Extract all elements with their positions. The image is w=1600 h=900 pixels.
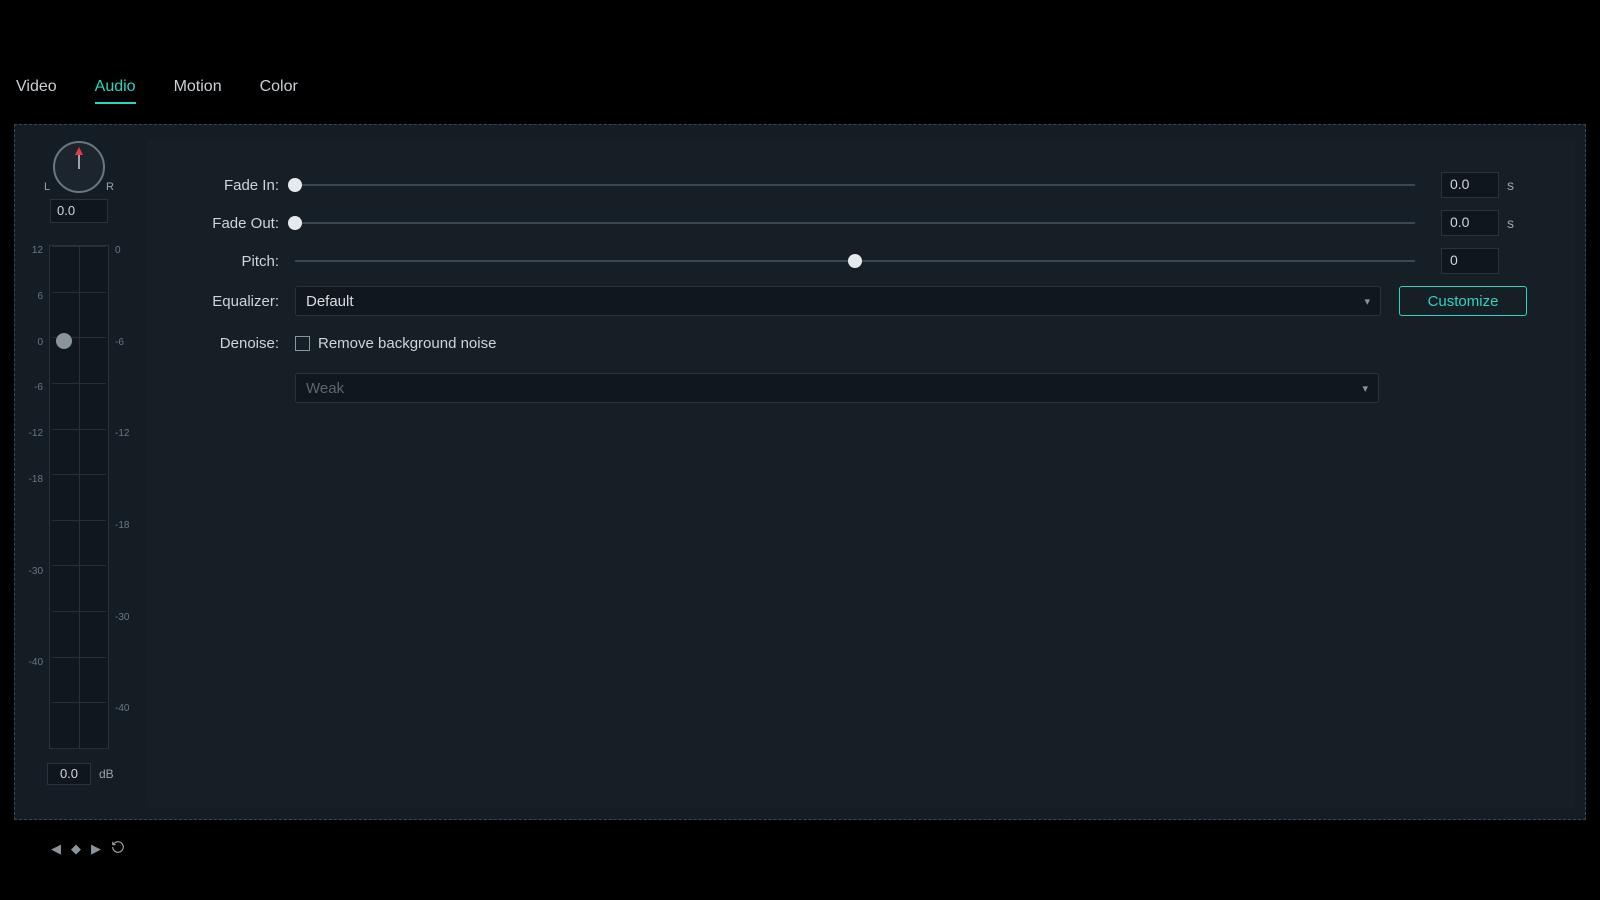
fade-out-thumb[interactable] [288,216,302,230]
meter-tick: -18 [25,474,43,485]
chevron-down-icon: ▾ [1362,382,1368,395]
pitch-thumb[interactable] [848,254,862,268]
meter-tick: 12 [25,245,43,256]
fade-out-unit: s [1507,215,1527,231]
meter-tick: -12 [115,428,133,439]
fade-in-unit: s [1507,177,1527,193]
equalizer-select[interactable]: Default ▾ [295,286,1381,316]
denoise-label: Denoise: [179,335,279,352]
denoise-level-select[interactable]: Weak ▾ [295,373,1379,403]
meter-left-scale: 12 6 0 -6 -12 -18 -30 -40 [25,245,43,749]
fade-out-row: Fade Out: 0.0 s [179,205,1527,241]
reset-icon[interactable] [111,840,125,857]
meter-right-scale: 0 -6 -12 -18 -30 -40 [115,245,133,749]
level-meter: 12 6 0 -6 -12 -18 -30 -40 0 -6 -12 -18 -30 -40 [23,245,135,749]
fade-out-label: Fade Out: [179,215,279,232]
balance-right-label: R [106,181,114,193]
gain-value-input[interactable]: 0.0 [47,763,91,785]
tab-motion[interactable]: Motion [174,78,222,104]
pitch-value-input[interactable]: 0 [1441,248,1499,274]
fade-in-slider[interactable] [295,184,1415,186]
fade-out-slider[interactable] [295,222,1415,224]
denoise-checkbox-label: Remove background noise [318,335,496,352]
meter-handle[interactable] [56,333,72,349]
pitch-slider[interactable] [295,260,1415,262]
meter-tick: -40 [115,703,133,714]
next-keyframe-icon[interactable]: ▶ [91,841,101,857]
meter-tick: 0 [115,245,133,256]
meter-tick: 6 [25,291,43,302]
tab-bar: Video Audio Motion Color [16,78,298,104]
customize-button[interactable]: Customize [1399,286,1527,316]
balance-knob[interactable] [51,141,107,197]
left-column: L R 0.0 12 6 0 -6 -12 -18 -30 -40 0 -6 -12 -18 -30 -… [23,135,135,809]
fade-in-row: Fade In: 0.0 s [179,167,1527,203]
meter-tick: -40 [25,657,43,668]
meter-track[interactable] [49,245,109,749]
prev-keyframe-icon[interactable]: ◀ [51,841,61,857]
fade-in-value-input[interactable]: 0.0 [1441,172,1499,198]
tab-video[interactable]: Video [16,78,57,104]
audio-panel: L R 0.0 12 6 0 -6 -12 -18 -30 -40 0 -6 -12 -18 -30 -… [14,124,1586,820]
knob-pointer-icon [75,147,83,155]
fade-in-label: Fade In: [179,177,279,194]
denoise-checkbox[interactable] [295,336,310,351]
denoise-checkbox-row: Remove background noise [295,335,1527,352]
tab-color[interactable]: Color [260,78,298,104]
keyframe-controls: ◀ ◆ ▶ [51,840,125,857]
meter-tick: -30 [115,612,133,623]
gain-row: 0.0 dB [47,763,114,785]
pitch-row: Pitch: 0 [179,243,1527,279]
meter-tick: -30 [25,566,43,577]
balance-value-input[interactable]: 0.0 [50,199,108,223]
fade-in-thumb[interactable] [288,178,302,192]
denoise-level-selected: Weak [306,380,344,397]
meter-tick: 0 [25,337,43,348]
tab-audio[interactable]: Audio [95,78,136,104]
denoise-row: Denoise: Remove background noise [179,327,1527,359]
equalizer-selected: Default [306,293,354,310]
meter-tick: -12 [25,428,43,439]
chevron-down-icon: ▾ [1364,295,1370,308]
meter-tick: -6 [25,382,43,393]
denoise-level-row: Weak ▾ [179,373,1527,403]
pitch-label: Pitch: [179,253,279,270]
knob-line-icon [78,155,80,169]
audio-controls: Fade In: 0.0 s Fade Out: 0.0 s Pitch: 0 … [147,139,1575,809]
meter-tick: -6 [115,337,133,348]
meter-center-line [79,246,80,748]
fade-out-value-input[interactable]: 0.0 [1441,210,1499,236]
equalizer-label: Equalizer: [179,293,279,310]
equalizer-row: Equalizer: Default ▾ Customize [179,281,1527,321]
gain-unit-label: dB [99,767,114,781]
add-keyframe-icon[interactable]: ◆ [71,841,81,857]
meter-tick: -18 [115,520,133,531]
balance-left-label: L [44,181,50,193]
